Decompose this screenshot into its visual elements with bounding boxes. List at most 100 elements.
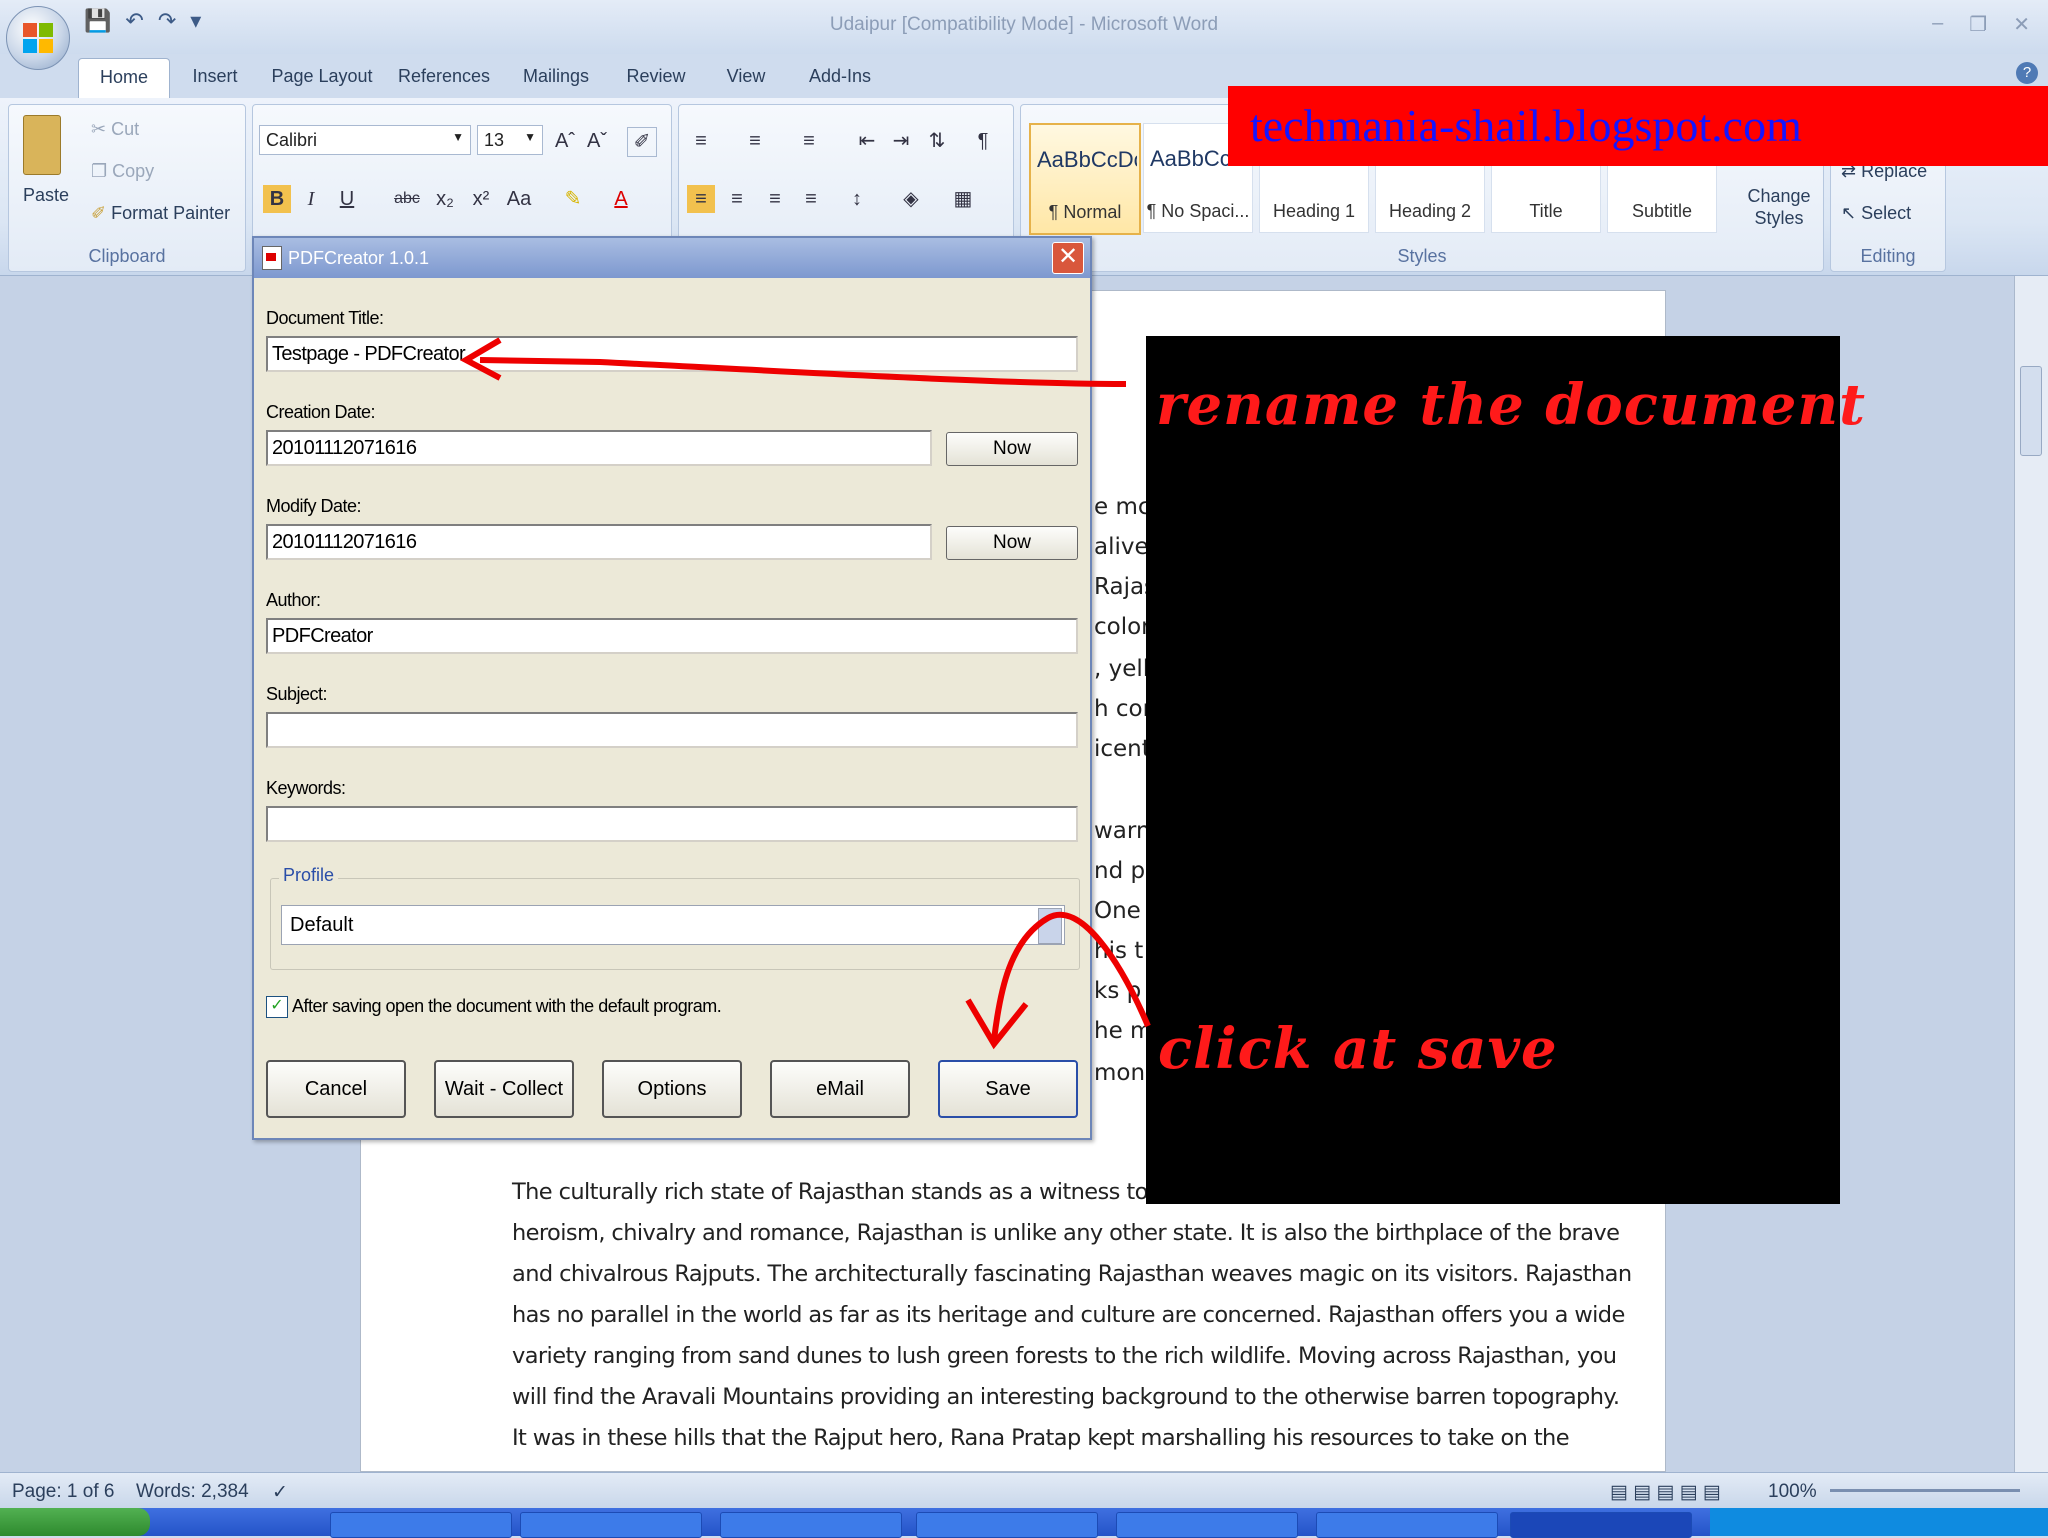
- profile-select[interactable]: Default: [281, 905, 1065, 945]
- align-right-icon[interactable]: ≡: [761, 185, 789, 213]
- zoom-level[interactable]: 100%: [1768, 1481, 1817, 1503]
- minimize-icon[interactable]: –: [1932, 12, 1943, 37]
- doc-text-fragment: ks p: [1094, 978, 1142, 1004]
- scrollbar-thumb[interactable]: [2020, 366, 2042, 456]
- chevron-down-icon[interactable]: [1038, 908, 1062, 944]
- tab-insert[interactable]: Insert: [170, 58, 260, 98]
- restore-icon[interactable]: ❐: [1969, 12, 1987, 37]
- start-button[interactable]: [0, 1508, 150, 1536]
- strikethrough-icon[interactable]: abc: [393, 185, 421, 213]
- borders-icon[interactable]: ▦: [949, 185, 977, 213]
- modify-date-label: Modify Date:: [266, 496, 362, 516]
- change-case-icon[interactable]: Aa: [505, 185, 533, 213]
- view-buttons[interactable]: ▤ ▤ ▤ ▤ ▤: [1610, 1481, 1721, 1504]
- select-button[interactable]: ↖ Select: [1841, 203, 1911, 224]
- taskbar-item[interactable]: [1116, 1512, 1298, 1538]
- wait-collect-button[interactable]: Wait - Collect: [434, 1060, 574, 1118]
- styles-group-label: Styles: [1397, 246, 1447, 266]
- modify-date-now-button[interactable]: Now: [946, 526, 1078, 560]
- italic-icon[interactable]: I: [297, 185, 325, 213]
- modify-date-input[interactable]: 20101112071616: [266, 524, 932, 560]
- superscript-icon[interactable]: x²: [467, 185, 495, 213]
- sort-icon[interactable]: ⇅: [923, 127, 951, 155]
- creation-date-input[interactable]: 20101112071616: [266, 430, 932, 466]
- paste-button[interactable]: Paste: [23, 185, 69, 206]
- shading-icon[interactable]: ◈: [897, 185, 925, 213]
- zoom-slider[interactable]: [1830, 1489, 2020, 1492]
- cancel-button[interactable]: Cancel: [266, 1060, 406, 1118]
- page-count[interactable]: Page: 1 of 6: [12, 1481, 114, 1503]
- author-input[interactable]: PDFCreator: [266, 618, 1078, 654]
- show-marks-icon[interactable]: ¶: [969, 127, 997, 155]
- profile-label: Profile: [279, 865, 339, 886]
- close-window-icon[interactable]: ✕: [2013, 12, 2030, 37]
- office-button[interactable]: [6, 6, 70, 70]
- doc-line: variety ranging from sand dunes to lush …: [512, 1343, 1617, 1369]
- system-tray: [1710, 1508, 2048, 1536]
- align-left-icon[interactable]: ≡: [687, 185, 715, 213]
- status-bar: Page: 1 of 6 Words: 2,384 ✓ ▤ ▤ ▤ ▤ ▤ 10…: [0, 1472, 2048, 1508]
- ribbon-tabs: Home Insert Page Layout References Maili…: [78, 58, 892, 98]
- line-spacing-icon[interactable]: ↕: [843, 185, 871, 213]
- justify-icon[interactable]: ≡: [797, 185, 825, 213]
- increase-indent-icon[interactable]: ⇥: [887, 127, 915, 155]
- underline-icon[interactable]: U: [333, 185, 361, 213]
- bullets-icon[interactable]: ≡: [687, 127, 715, 155]
- doc-text-fragment: icent: [1094, 736, 1151, 762]
- options-button[interactable]: Options: [602, 1060, 742, 1118]
- save-button[interactable]: Save: [938, 1060, 1078, 1118]
- align-center-icon[interactable]: ≡: [723, 185, 751, 213]
- clear-format-icon[interactable]: ✐: [627, 127, 657, 157]
- tab-add-ins[interactable]: Add-Ins: [788, 58, 892, 98]
- decrease-indent-icon[interactable]: ⇤: [853, 127, 881, 155]
- font-size-combo[interactable]: 13 ▼: [477, 125, 543, 155]
- cut-icon: ✂: [91, 119, 112, 139]
- proofing-icon[interactable]: ✓: [272, 1481, 288, 1504]
- clipboard-group-label: Clipboard: [88, 246, 166, 266]
- font-color-icon[interactable]: A: [607, 185, 635, 213]
- cut-button[interactable]: ✂ Cut: [91, 119, 139, 140]
- doc-text-fragment: his t: [1094, 938, 1144, 964]
- bold-icon[interactable]: B: [263, 185, 291, 213]
- help-icon[interactable]: ?: [2016, 62, 2038, 84]
- open-after-save-checkbox[interactable]: ✓: [266, 996, 288, 1018]
- email-button[interactable]: eMail: [770, 1060, 910, 1118]
- dialog-close-icon[interactable]: ✕: [1052, 242, 1084, 274]
- word-count[interactable]: Words: 2,384: [136, 1481, 249, 1503]
- keywords-input[interactable]: [266, 806, 1078, 842]
- taskbar-item[interactable]: [916, 1512, 1098, 1538]
- tab-review[interactable]: Review: [608, 58, 704, 98]
- change-styles-button[interactable]: Change Styles: [1743, 185, 1815, 229]
- taskbar-item-active[interactable]: [1510, 1512, 1692, 1538]
- doc-line: heroism, chivalry and romance, Rajasthan…: [512, 1220, 1620, 1246]
- taskbar-item[interactable]: [1316, 1512, 1498, 1538]
- taskbar-item[interactable]: [330, 1512, 512, 1538]
- numbering-icon[interactable]: ≡: [741, 127, 769, 155]
- tab-references[interactable]: References: [384, 58, 504, 98]
- tab-view[interactable]: View: [704, 58, 788, 98]
- style-normal[interactable]: AaBbCcDc ¶ Normal: [1029, 123, 1141, 235]
- taskbar-item[interactable]: [520, 1512, 702, 1538]
- profile-groupbox: Profile Default: [270, 865, 1080, 970]
- tab-home[interactable]: Home: [78, 58, 170, 98]
- grow-font-icon[interactable]: Aˆ: [551, 127, 579, 155]
- tab-mailings[interactable]: Mailings: [504, 58, 608, 98]
- doc-text-fragment: One: [1094, 898, 1141, 924]
- doc-line: will find the Aravali Mountains providin…: [512, 1384, 1620, 1410]
- paste-icon[interactable]: [23, 115, 61, 175]
- clipboard-group: Paste ✂ Cut ❐ Copy ✐ Format Painter Clip…: [8, 104, 246, 272]
- subscript-icon[interactable]: x₂: [431, 185, 459, 213]
- format-painter-button[interactable]: ✐ Format Painter: [91, 203, 230, 224]
- format-painter-icon: ✐: [91, 203, 112, 223]
- font-name-combo[interactable]: Calibri ▼: [259, 125, 471, 155]
- tab-page-layout[interactable]: Page Layout: [260, 58, 384, 98]
- document-title-input[interactable]: Testpage - PDFCreator: [266, 336, 1078, 372]
- multilevel-list-icon[interactable]: ≡: [795, 127, 823, 155]
- creation-date-now-button[interactable]: Now: [946, 432, 1078, 466]
- taskbar-item[interactable]: [720, 1512, 902, 1538]
- subject-input[interactable]: [266, 712, 1078, 748]
- highlight-icon[interactable]: ✎: [559, 185, 587, 213]
- pdfcreator-icon: [262, 246, 282, 270]
- shrink-font-icon[interactable]: Aˇ: [583, 127, 611, 155]
- copy-button[interactable]: ❐ Copy: [91, 161, 154, 182]
